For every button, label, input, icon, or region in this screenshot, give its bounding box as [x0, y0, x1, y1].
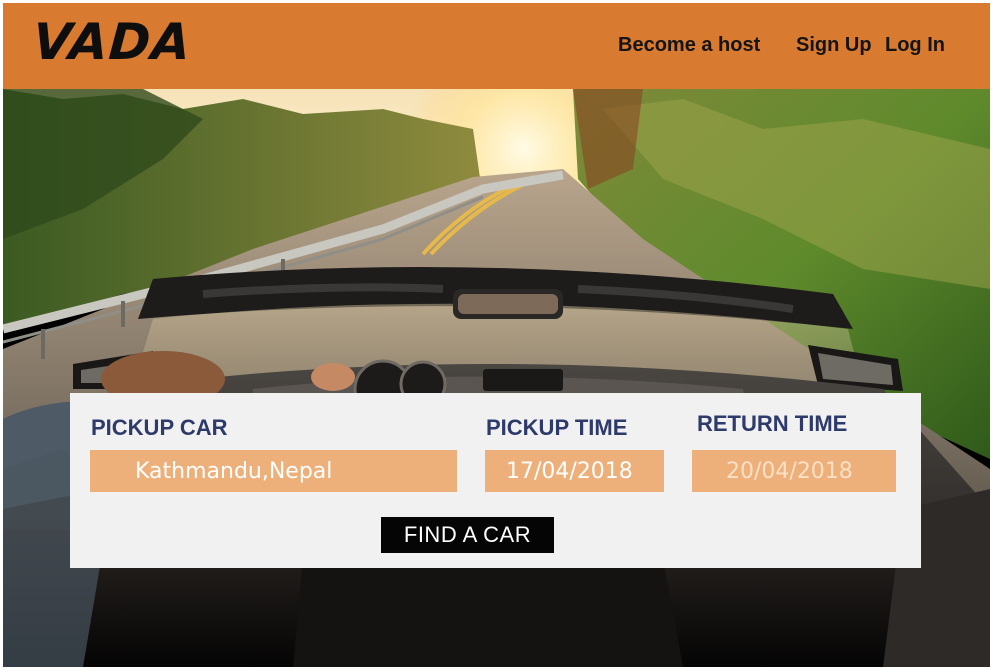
top-header: VADA Become a host Sign Up Log In — [3, 3, 990, 89]
sign-up-link[interactable]: Sign Up — [796, 34, 872, 57]
become-a-host-link[interactable]: Become a host — [618, 34, 760, 57]
search-panel: PICKUP CAR PICKUP TIME RETURN TIME FIND … — [70, 393, 921, 568]
pickup-time-label: PICKUP TIME — [486, 415, 628, 440]
page-frame: VADA Become a host Sign Up Log In PICKUP… — [3, 3, 990, 667]
log-in-link[interactable]: Log In — [885, 34, 945, 57]
return-date-input[interactable] — [692, 450, 896, 492]
pickup-location-input[interactable] — [90, 450, 457, 492]
hero-image — [3, 89, 990, 667]
return-time-label: RETURN TIME — [697, 411, 848, 436]
find-a-car-button[interactable]: FIND A CAR — [381, 517, 554, 553]
pickup-date-input[interactable] — [485, 450, 664, 492]
pickup-car-label: PICKUP CAR — [91, 415, 228, 440]
logo[interactable]: VADA — [31, 13, 193, 71]
